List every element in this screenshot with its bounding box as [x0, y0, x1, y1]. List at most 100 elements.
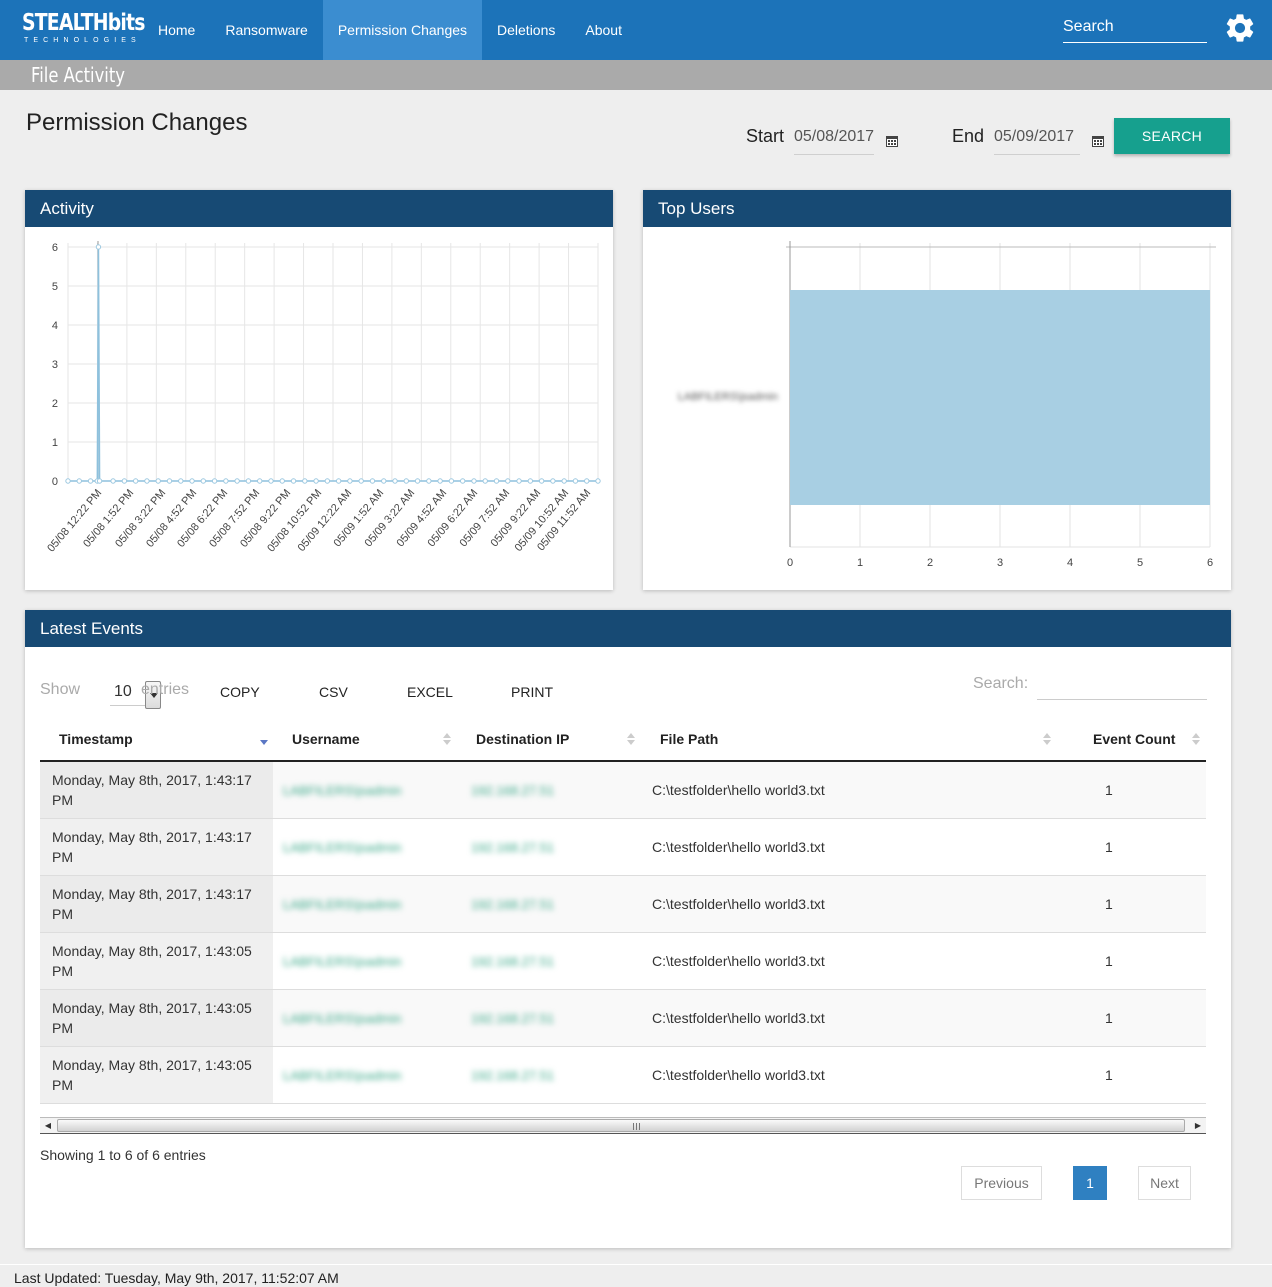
data-point	[550, 478, 556, 484]
data-point	[96, 478, 103, 484]
subheader-title: File Activity	[31, 63, 125, 87]
destination-ip-cell: 192.168.27.51	[457, 989, 641, 1047]
top-users-panel: Top Users 0 1 2 3 4 5 6 LABFILERS\jsadmin	[643, 190, 1231, 590]
table-row[interactable]: Monday, May 8th, 2017, 1:43:17 PM LABFILE…	[40, 761, 1206, 819]
search-button[interactable]: SEARCH	[1114, 118, 1230, 154]
event-count-cell: 1	[1063, 818, 1206, 876]
page-length-underline	[110, 705, 146, 706]
end-date-input[interactable]: 05/09/2017	[994, 127, 1080, 155]
sub-header: File Activity	[0, 60, 1272, 90]
calendar-icon[interactable]	[886, 135, 898, 147]
file-path-cell: C:\testfolder\hello world3.txt	[641, 875, 1063, 933]
x-tick-label: 05/08 12:22 PM	[45, 487, 104, 554]
redacted-value: LABFILERS\jsadmin	[283, 1067, 402, 1083]
sort-icon	[627, 733, 635, 745]
data-point	[448, 478, 455, 484]
event-count-cell: 1	[1063, 761, 1206, 819]
horizontal-scrollbar[interactable]: ◀ ▶	[40, 1117, 1206, 1134]
end-label: End	[952, 126, 985, 146]
table-row[interactable]: Monday, May 8th, 2017, 1:43:05 PM LABFILE…	[40, 932, 1206, 990]
activity-panel-title: Activity	[25, 190, 613, 227]
x-tick-label: 2	[927, 557, 933, 569]
table-search-input[interactable]	[1037, 672, 1207, 700]
column-header-destination-ip[interactable]: Destination IP	[457, 718, 641, 762]
data-point	[358, 478, 364, 484]
y-tick-label: 3	[52, 359, 58, 371]
data-point	[110, 478, 116, 484]
scroll-right-icon[interactable]: ▶	[1190, 1118, 1206, 1133]
data-point	[223, 478, 229, 484]
start-date-input[interactable]: 05/08/2017	[794, 127, 874, 155]
print-button[interactable]: PRINT	[511, 684, 553, 700]
column-header-username[interactable]: Username	[273, 718, 457, 762]
grip-icon	[633, 1123, 640, 1130]
column-header-timestamp[interactable]: Timestamp	[40, 718, 273, 762]
redacted-value: LABFILERS\jsadmin	[283, 1010, 402, 1026]
pagination-next-button[interactable]: Next	[1138, 1166, 1191, 1200]
excel-button[interactable]: EXCEL	[407, 684, 453, 700]
x-tick-label: 05/08 10:52 PM	[265, 487, 324, 554]
show-label: Show	[40, 681, 81, 698]
data-point	[302, 478, 308, 484]
y-tick-label: 1	[52, 437, 58, 449]
file-path-cell: C:\testfolder\hello world3.txt	[641, 989, 1063, 1047]
calendar-icon[interactable]	[1092, 135, 1104, 147]
event-count-cell: 1	[1063, 932, 1206, 990]
column-label: Event Count	[1093, 731, 1176, 747]
data-point	[245, 478, 252, 484]
table-row[interactable]: Monday, May 8th, 2017, 1:43:05 PM LABFILE…	[40, 989, 1206, 1047]
column-header-file-path[interactable]: File Path	[641, 718, 1063, 762]
username-cell: LABFILERS\jsadmin	[273, 761, 457, 819]
data-point	[178, 478, 184, 484]
data-point	[121, 478, 128, 484]
data-point	[369, 478, 376, 484]
data-point	[313, 478, 319, 484]
copy-button[interactable]: COPY	[220, 684, 260, 700]
csv-button[interactable]: CSV	[319, 684, 348, 700]
redacted-value: 192.168.27.51	[471, 953, 555, 969]
timestamp-cell: Monday, May 8th, 2017, 1:43:17 PM	[40, 761, 273, 819]
data-point	[403, 478, 409, 484]
column-label: Destination IP	[476, 731, 570, 747]
nav-item-about[interactable]: About	[570, 0, 637, 60]
nav-item-permission-changes[interactable]: Permission Changes	[322, 0, 483, 60]
pagination-previous-button[interactable]: Previous	[961, 1166, 1042, 1200]
nav-item-home[interactable]: Home	[143, 0, 210, 60]
data-point	[200, 478, 207, 484]
column-header-event-count[interactable]: Event Count	[1063, 718, 1206, 762]
data-point	[324, 478, 331, 484]
data-point	[290, 478, 297, 484]
gear-icon[interactable]	[1223, 11, 1257, 45]
table-row[interactable]: Monday, May 8th, 2017, 1:43:17 PM LABFILE…	[40, 875, 1206, 933]
username-cell: LABFILERS\jsadmin	[273, 1046, 457, 1104]
scroll-left-icon[interactable]: ◀	[40, 1118, 56, 1133]
column-label: Username	[292, 731, 360, 747]
pagination-page-button[interactable]: 1	[1073, 1166, 1107, 1200]
nav-item-ransomware[interactable]: Ransomware	[210, 0, 322, 60]
sort-icon	[443, 733, 451, 745]
table-row[interactable]: Monday, May 8th, 2017, 1:43:17 PM LABFILE…	[40, 818, 1206, 876]
nav-item-deletions[interactable]: Deletions	[482, 0, 570, 60]
nav-search-input[interactable]: Search	[1063, 16, 1207, 43]
data-point	[257, 478, 263, 484]
timestamp-cell: Monday, May 8th, 2017, 1:43:17 PM	[40, 875, 273, 933]
data-point	[493, 478, 500, 484]
column-label: Timestamp	[59, 731, 133, 747]
scrollbar-thumb[interactable]	[57, 1119, 1185, 1132]
table-header-row: Timestamp Username Destination IP File P…	[40, 718, 1206, 762]
destination-ip-cell: 192.168.27.51	[457, 818, 641, 876]
data-point	[561, 478, 567, 484]
data-point	[279, 478, 285, 484]
redacted-value: 192.168.27.51	[471, 896, 555, 912]
activity-chart: 012345605/08 12:22 PM05/08 1:52 PM05/08 …	[45, 241, 601, 554]
table-row[interactable]: Monday, May 8th, 2017, 1:43:05 PM LABFILE…	[40, 1046, 1206, 1104]
brand-name: STEALTHbits	[22, 10, 145, 36]
last-updated: Last Updated: Tuesday, May 9th, 2017, 11…	[14, 1270, 339, 1286]
redacted-value: LABFILERS\jsadmin	[283, 839, 402, 855]
redacted-value: LABFILERS\jsadmin	[283, 953, 402, 969]
data-point	[482, 478, 488, 484]
data-point	[572, 478, 579, 484]
events-table: Timestamp Username Destination IP File P…	[40, 718, 1206, 1104]
data-point	[347, 478, 353, 484]
username-cell: LABFILERS\jsadmin	[273, 818, 457, 876]
